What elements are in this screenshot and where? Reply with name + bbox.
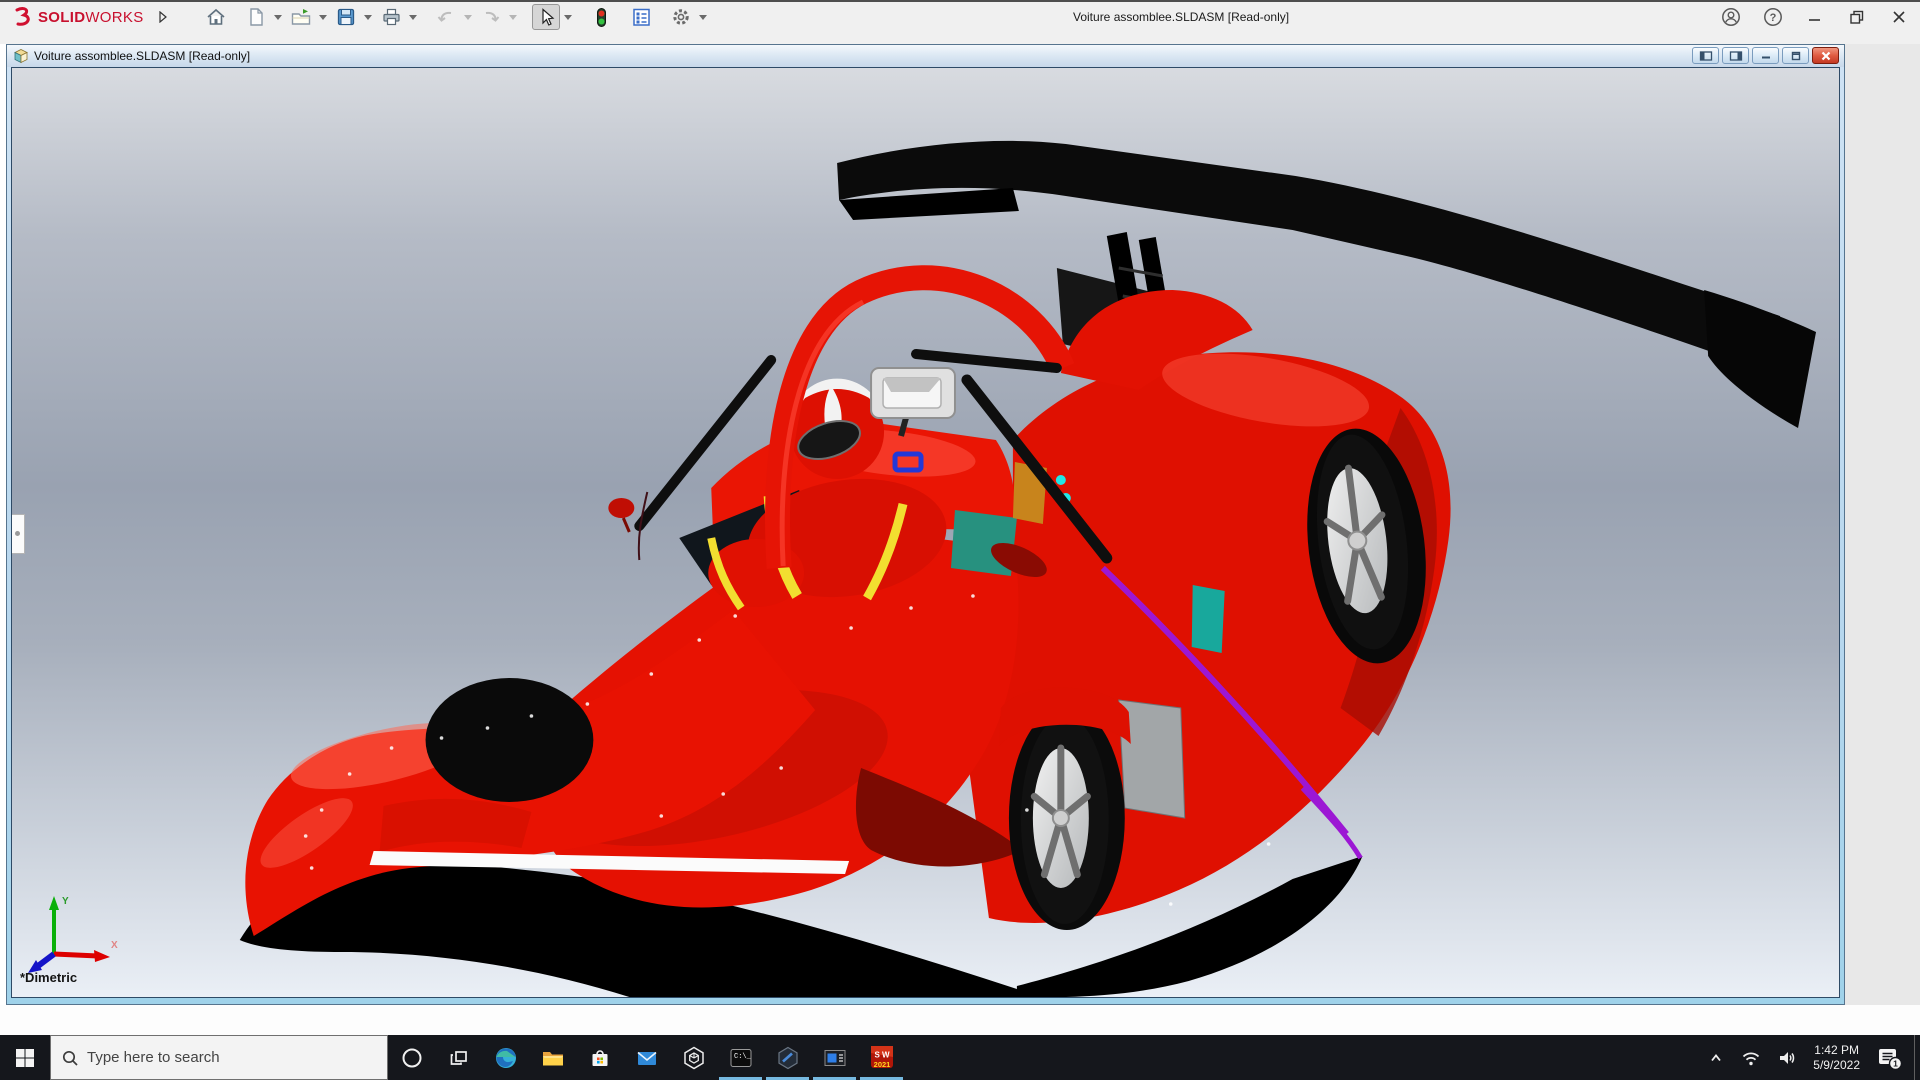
wifi-icon[interactable] [1733,1035,1769,1080]
clock-date: 5/9/2022 [1813,1057,1860,1072]
microsoft-store-icon[interactable] [576,1035,623,1080]
graphics-viewport[interactable]: Y X *Dimetric [11,67,1840,998]
file-explorer-icon[interactable] [529,1035,576,1080]
start-button[interactable] [0,1035,50,1080]
command-prompt-icon[interactable]: C:\_ [717,1035,764,1080]
select-tool-button[interactable] [531,4,560,30]
help-glyph: ? [1770,12,1777,24]
options-list-button[interactable] [627,4,655,30]
account-icon[interactable] [1718,4,1744,30]
windows-taskbar: C:\_ S W 2021 1:42 PM 5/9/2022 [0,1035,1920,1080]
taskbar-clock[interactable]: 1:42 PM 5/9/2022 [1805,1043,1868,1073]
tray-chevron-icon[interactable] [1699,1035,1733,1080]
save-button[interactable] [332,4,360,30]
orientation-triad: Y X [28,896,118,973]
clock-time: 1:42 PM [1814,1042,1859,1057]
sw-year: 2021 [873,1060,890,1069]
doc-minimize-button[interactable] [1752,47,1779,64]
task-pane-collapsed-strip [1845,44,1920,1005]
mdi-client-area: Voiture assomblee.SLDASM [Read-only] Y X… [0,44,1920,1035]
document-window: Voiture assomblee.SLDASM [Read-only] Y X… [6,44,1845,1005]
undo-button[interactable] [432,4,460,30]
open-button[interactable] [287,4,315,30]
sw-letters: S W [874,1050,890,1059]
cortana-button[interactable] [388,1035,435,1080]
brand-wordmark: SOLIDWORKS [38,9,144,26]
document-titlebar[interactable]: Voiture assomblee.SLDASM [Read-only] [7,45,1844,67]
status-area [0,1005,1920,1035]
save-dropdown[interactable] [362,4,375,30]
restore-button[interactable] [1844,4,1870,30]
volume-icon[interactable] [1769,1035,1805,1080]
taskbar-search[interactable] [50,1035,388,1080]
race-car-model[interactable] [12,68,1839,997]
app-titlebar: SOLIDWORKS Voiture assomblee.SLDASM [Rea… [0,0,1920,44]
triad-y-label: Y [62,896,69,907]
assembly-document-icon [14,49,28,64]
select-tool-dropdown[interactable] [562,4,575,30]
doc-close-button[interactable] [1812,47,1839,64]
doc-pane-right-button[interactable] [1722,47,1749,64]
document-title: Voiture assomblee.SLDASM [Read-only] [34,49,251,63]
media-window-app-icon[interactable] [811,1035,858,1080]
close-button[interactable] [1886,4,1912,30]
settings-gear-button[interactable] [667,4,695,30]
dassault-logo-icon [15,7,30,26]
rebuild-traffic-light-button[interactable] [587,4,615,30]
solidworks-2021-app-icon[interactable]: S W 2021 [858,1035,905,1080]
settings-dropdown[interactable] [697,4,710,30]
search-icon [62,1050,78,1066]
redo-button[interactable] [477,4,505,30]
feature-tree-splitter-tab[interactable] [12,514,25,554]
help-icon[interactable]: ? [1760,4,1786,30]
doc-restore-button[interactable] [1782,47,1809,64]
new-document-button[interactable] [242,4,270,30]
app-title: Voiture assomblee.SLDASM [Read-only] [1073,10,1290,24]
system-tray: 1:42 PM 5/9/2022 1 [1699,1035,1920,1080]
notification-badge-count: 1 [1893,1058,1898,1068]
new-document-dropdown[interactable] [272,4,285,30]
show-desktop-button[interactable] [1914,1035,1920,1080]
edge-browser-icon[interactable] [482,1035,529,1080]
print-dropdown[interactable] [407,4,420,30]
solidworks-brand: SOLIDWORKS [0,5,168,29]
taskbar-search-input[interactable] [87,1049,377,1066]
triad-x-label: X [111,940,118,951]
3d-viewer-icon[interactable] [670,1035,717,1080]
brand-bold: SOLID [38,8,86,26]
doc-pane-left-button[interactable] [1692,47,1719,64]
mail-icon[interactable] [623,1035,670,1080]
action-center-icon[interactable]: 1 [1868,1035,1910,1080]
print-button[interactable] [377,4,405,30]
view-orientation-label: *Dimetric [20,970,78,985]
cmd-prompt-text: C:\_ [734,1053,752,1061]
brand-light: WORKS [85,8,144,26]
redo-dropdown[interactable] [507,4,520,30]
open-dropdown[interactable] [317,4,330,30]
quick-access-toolbar [202,4,710,30]
minimize-button[interactable] [1802,4,1828,30]
task-view-button[interactable] [435,1035,482,1080]
hexagon-app-icon[interactable] [764,1035,811,1080]
undo-dropdown[interactable] [462,4,475,30]
brand-expander-icon[interactable] [158,11,168,23]
home-button[interactable] [202,4,230,30]
